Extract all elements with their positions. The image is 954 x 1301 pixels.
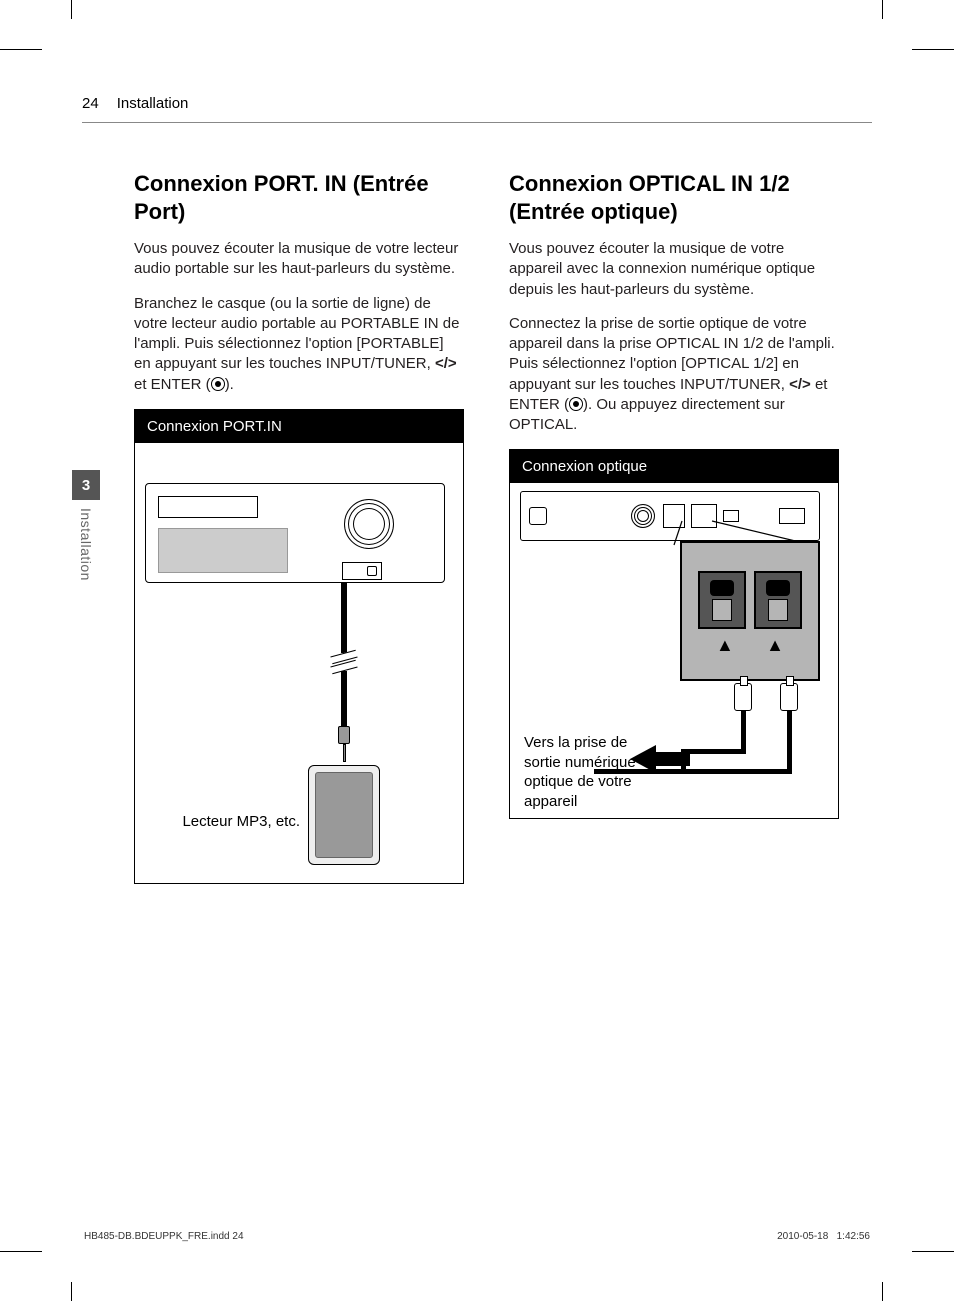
nav-buttons-icon: </>	[435, 355, 457, 372]
nav-buttons-icon: </>	[789, 376, 811, 393]
heading-optical: Connexion OPTICAL IN 1/2 (Entrée optique…	[509, 170, 839, 225]
audio-cable	[341, 671, 347, 726]
optical-para1: Vous pouvez écouter la musique de votre …	[509, 239, 839, 300]
print-footer: HB485-DB.BDEUPPK_FRE.indd 24 2010-05-18 …	[84, 1231, 870, 1242]
left-column: Connexion PORT. IN (Entrée Port) Vous po…	[134, 170, 464, 884]
diagram-optical-title: Connexion optique	[510, 450, 838, 483]
portable-in-jack	[342, 562, 382, 580]
side-tab-number: 3	[72, 470, 100, 500]
arrow-up-icon: ▲	[766, 635, 784, 656]
optical-cable	[686, 749, 746, 754]
audio-cable	[341, 583, 347, 653]
diagram-port-in: Connexion PORT.IN Lecteur MP3, etc.	[134, 409, 464, 884]
portin-para2: Branchez le casque (ou la sortie de lign…	[134, 294, 464, 395]
side-tab: 3 Installation	[72, 470, 100, 581]
enter-icon	[569, 397, 583, 411]
enter-icon	[211, 377, 225, 391]
portin-para1: Vous pouvez écouter la musique de votre …	[134, 239, 464, 280]
mp3-label: Lecteur MP3, etc.	[145, 813, 300, 830]
arrow-up-icon: ▲	[716, 635, 734, 656]
optical-callout: ▲ ▲	[680, 541, 820, 681]
side-tab-label: Installation	[72, 500, 94, 581]
heading-port-in: Connexion PORT. IN (Entrée Port)	[134, 170, 464, 225]
audio-plug-icon	[338, 726, 350, 762]
section-name: Installation	[117, 95, 189, 112]
page: 24 Installation 3 Installation Connexion…	[72, 50, 882, 1250]
optical-plug-icon	[734, 683, 752, 711]
diagram-optical: Connexion optique ▲ ▲	[509, 449, 839, 819]
mp3-player-icon	[308, 765, 380, 865]
optical-port-2-icon	[754, 571, 802, 629]
page-number: 24	[82, 95, 99, 112]
optical-port-1-icon	[698, 571, 746, 629]
running-header: 24 Installation	[82, 95, 188, 112]
cable-break-icon	[331, 653, 357, 671]
right-column: Connexion OPTICAL IN 1/2 (Entrée optique…	[509, 170, 839, 884]
header-rule	[82, 122, 872, 123]
optical-cable	[787, 711, 792, 771]
optical-plug-icon	[780, 683, 798, 711]
optical-para2: Connectez la prise de sortie optique de …	[509, 314, 839, 436]
diagram-port-in-title: Connexion PORT.IN	[135, 410, 463, 443]
device-back-panel	[520, 491, 820, 541]
footer-filename: HB485-DB.BDEUPPK_FRE.indd 24	[84, 1231, 244, 1242]
device-front-panel	[145, 483, 445, 583]
footer-datetime: 2010-05-18 1:42:56	[777, 1231, 870, 1242]
optical-cable	[741, 711, 746, 751]
optical-caption: Vers la prise de sortie numérique optiqu…	[524, 733, 664, 811]
